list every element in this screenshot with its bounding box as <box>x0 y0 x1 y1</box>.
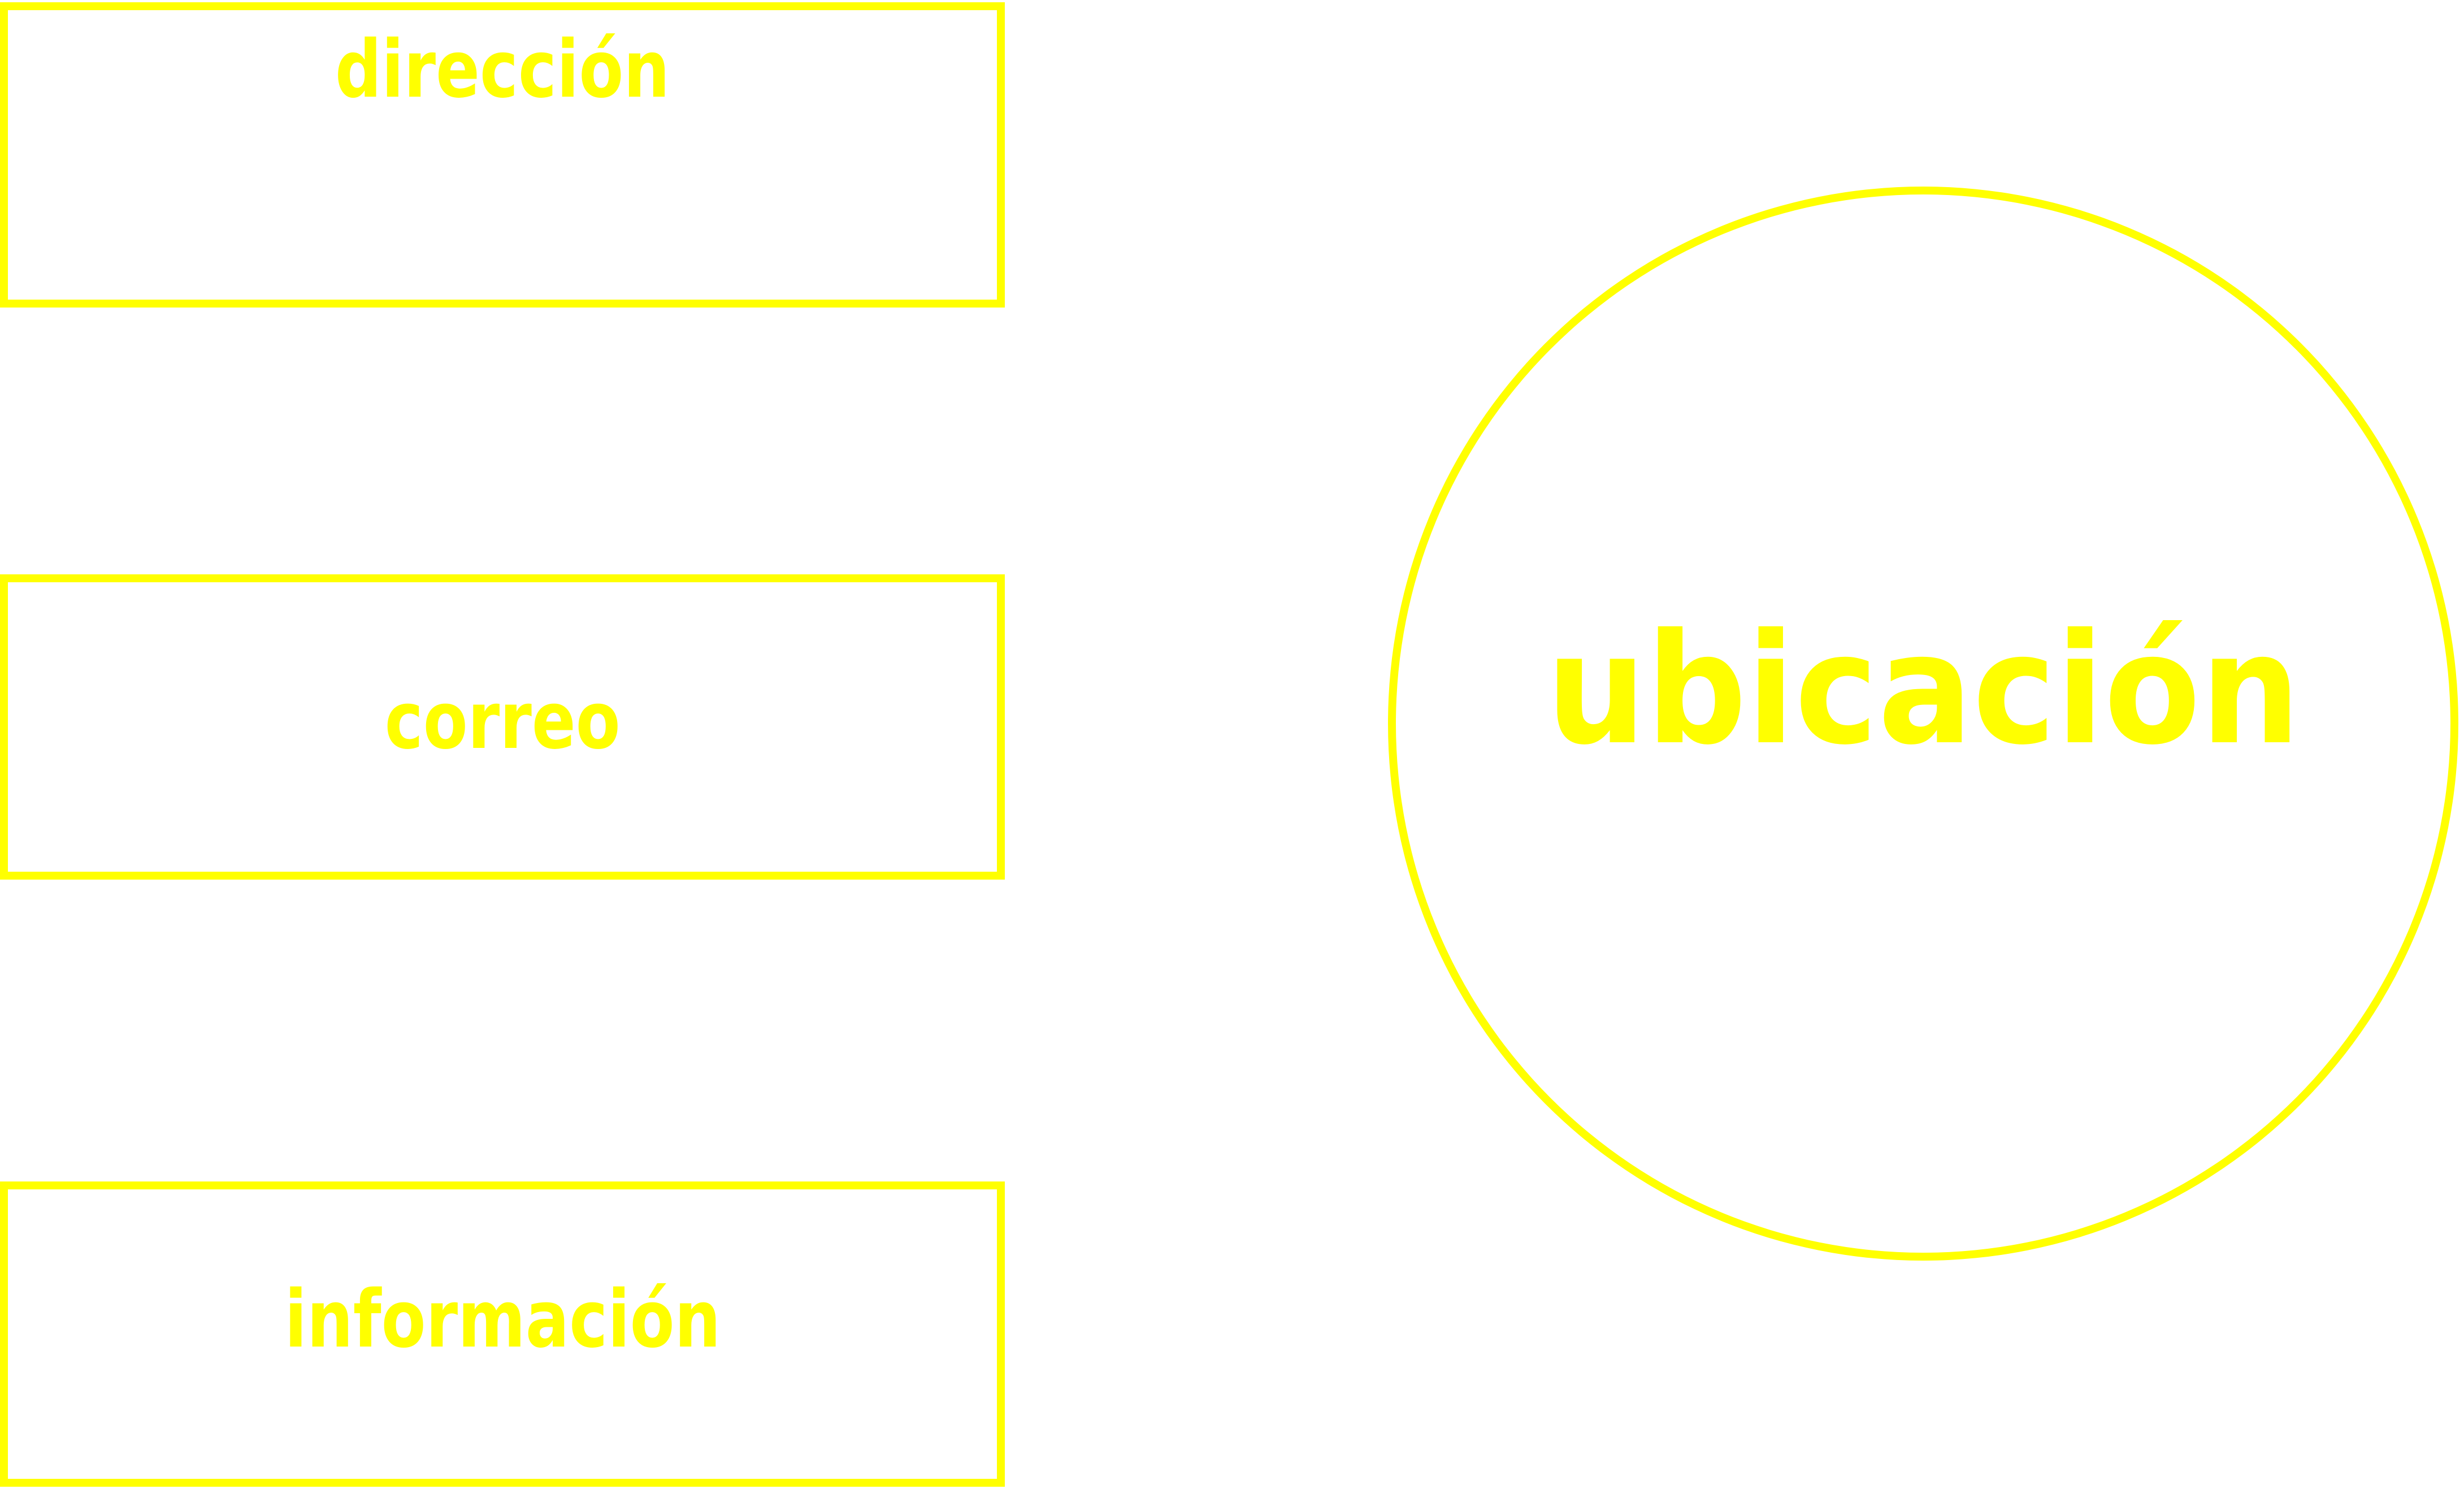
box-direccion: dirección <box>0 2 1005 308</box>
box-informacion: información <box>0 1181 1005 1487</box>
circle-ubicacion: ubicación <box>1388 187 2458 1261</box>
box-informacion-label: información <box>284 1274 721 1366</box>
box-correo: correo <box>0 574 1005 880</box>
box-correo-label: correo <box>384 675 621 767</box>
circle-ubicacion-label: ubicación <box>1546 600 2301 778</box>
box-direccion-label: dirección <box>335 24 670 116</box>
